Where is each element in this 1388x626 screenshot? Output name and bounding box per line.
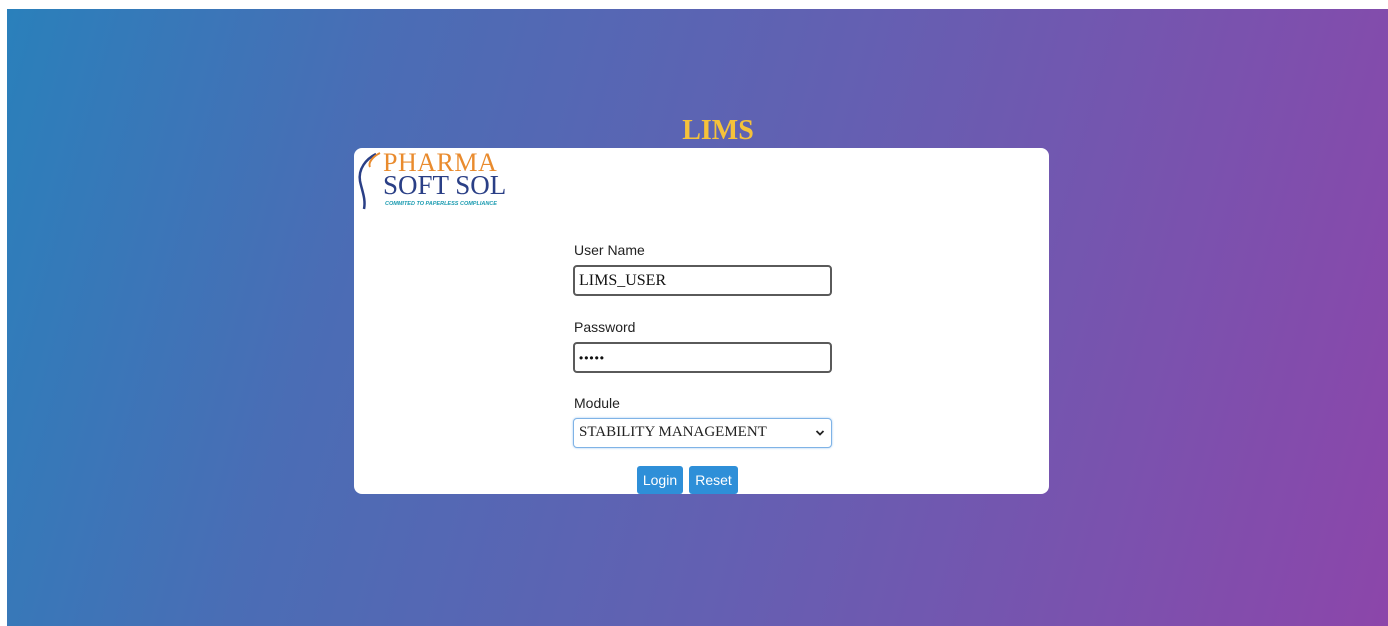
password-value: •••••: [579, 351, 606, 365]
login-button[interactable]: Login: [637, 466, 683, 494]
module-select[interactable]: STABILITY MANAGEMENT: [573, 418, 832, 448]
reset-button[interactable]: Reset: [689, 466, 738, 494]
page-title: LIMS: [682, 115, 754, 146]
swoosh-icon: [358, 152, 381, 210]
username-field[interactable]: LIMS_USER: [573, 265, 832, 296]
logo-tagline: COMMITED TO PAPERLESS COMPLIANCE: [385, 201, 497, 207]
password-field[interactable]: •••••: [573, 342, 832, 373]
username-value: LIMS_USER: [579, 272, 667, 289]
username-label: User Name: [574, 242, 645, 258]
company-logo: PHARMA SOFT SOL COMMITED TO PAPERLESS CO…: [356, 150, 516, 211]
module-selected-value: STABILITY MANAGEMENT: [579, 424, 767, 440]
logo-text-softsol: SOFT SOL: [383, 170, 507, 200]
login-card: PHARMA SOFT SOL COMMITED TO PAPERLESS CO…: [354, 148, 1049, 494]
password-label: Password: [574, 319, 636, 335]
module-label: Module: [574, 395, 620, 411]
chevron-down-icon: [815, 430, 825, 436]
